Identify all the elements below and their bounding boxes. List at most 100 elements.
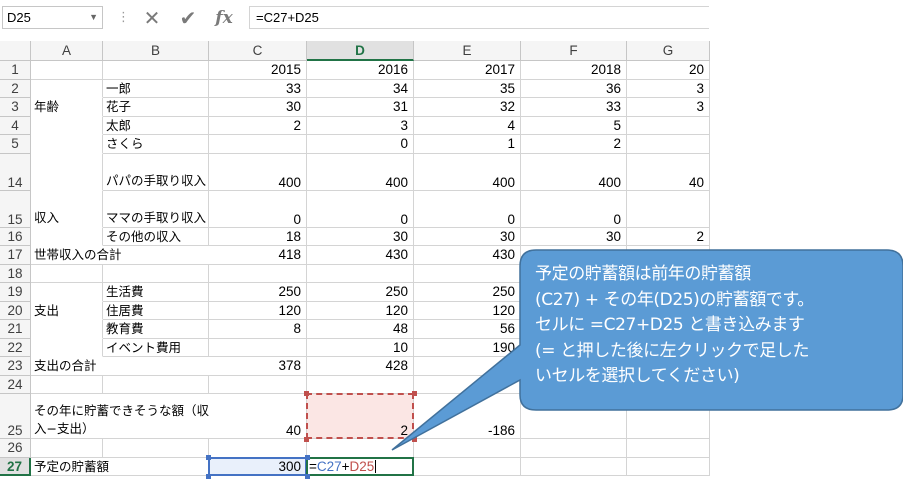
cell-a5[interactable] xyxy=(31,135,103,154)
row-header-23[interactable]: 23 xyxy=(0,357,31,376)
cell-d23[interactable]: 428 xyxy=(307,357,414,376)
cell-g1[interactable]: 20 xyxy=(627,61,710,80)
cell-b16[interactable]: その他の収入 xyxy=(103,227,209,246)
cell-c5[interactable] xyxy=(209,135,307,154)
cell-b20[interactable]: 住居費 xyxy=(103,301,209,320)
cell-g27[interactable] xyxy=(627,457,710,476)
cell-a16[interactable] xyxy=(31,227,103,246)
cell-a20[interactable]: 支出 xyxy=(31,301,103,320)
cell-a26[interactable] xyxy=(31,439,103,458)
cell-g15[interactable] xyxy=(627,190,710,228)
column-header-d[interactable]: D xyxy=(307,41,414,61)
cell-c15[interactable]: 0 xyxy=(209,190,307,228)
cell-a17[interactable]: 世帯収入の合計 xyxy=(31,246,209,265)
cell-b1[interactable] xyxy=(103,61,209,80)
cell-g5[interactable] xyxy=(627,135,710,154)
row-header-27[interactable]: 27 xyxy=(0,457,31,476)
cell-c25[interactable]: 40 xyxy=(209,394,307,439)
ref-handle-d25[interactable] xyxy=(412,437,417,442)
cell-a21[interactable] xyxy=(31,320,103,339)
row-header-24[interactable]: 24 xyxy=(0,375,31,394)
row-header-5[interactable]: 5 xyxy=(0,135,31,154)
cell-d20[interactable]: 120 xyxy=(307,301,414,320)
cell-g2[interactable]: 3 xyxy=(627,79,710,98)
cell-f4[interactable]: 5 xyxy=(521,116,627,135)
cell-g14[interactable]: 40 xyxy=(627,153,710,191)
cell-a23[interactable]: 支出の合計 xyxy=(31,357,209,376)
cell-d3[interactable]: 31 xyxy=(307,98,414,117)
cell-c23[interactable]: 378 xyxy=(209,357,307,376)
ref-handle-d25[interactable] xyxy=(412,391,417,396)
column-header-g[interactable]: G xyxy=(627,41,710,61)
cell-d1[interactable]: 2016 xyxy=(307,61,414,80)
cell-c20[interactable]: 120 xyxy=(209,301,307,320)
cell-a2[interactable] xyxy=(31,79,103,98)
row-header-22[interactable]: 22 xyxy=(0,338,31,357)
cell-f26[interactable] xyxy=(521,439,627,458)
column-header-b[interactable]: B xyxy=(103,41,209,61)
cell-d4[interactable]: 3 xyxy=(307,116,414,135)
column-header-e[interactable]: E xyxy=(414,41,521,61)
cell-e25[interactable]: -186 xyxy=(414,394,521,439)
cell-e24[interactable] xyxy=(414,375,521,394)
cell-c19[interactable]: 250 xyxy=(209,283,307,302)
cell-c18[interactable] xyxy=(209,264,307,283)
cell-f3[interactable]: 33 xyxy=(521,98,627,117)
row-header-25[interactable]: 25 xyxy=(0,394,31,439)
cell-f16[interactable]: 30 xyxy=(521,227,627,246)
cell-c3[interactable]: 30 xyxy=(209,98,307,117)
row-header-14[interactable]: 14 xyxy=(0,153,31,191)
row-header-26[interactable]: 26 xyxy=(0,439,31,458)
worksheet-grid[interactable]: A B C D E F G 1 2015 2016 2017 2018 20 2 一郎 33 34 35 36 3 3 年… xyxy=(0,0,903,479)
cell-g25[interactable] xyxy=(627,394,710,439)
cell-d27-editor[interactable]: =C27+D25 xyxy=(309,458,377,477)
cell-b5[interactable]: さくら xyxy=(103,135,209,154)
cell-c14[interactable]: 400 xyxy=(209,153,307,191)
cell-e27[interactable] xyxy=(414,457,521,476)
cell-b2[interactable]: 一郎 xyxy=(103,79,209,98)
cell-f2[interactable]: 36 xyxy=(521,79,627,98)
cell-a14[interactable] xyxy=(31,153,103,191)
cell-c24[interactable] xyxy=(209,375,307,394)
cell-d18[interactable] xyxy=(307,264,414,283)
cell-a24[interactable] xyxy=(31,375,103,394)
cell-e15[interactable]: 0 xyxy=(414,190,521,228)
cell-d24[interactable] xyxy=(307,375,414,394)
select-all-corner[interactable] xyxy=(0,41,31,61)
cell-a3[interactable]: 年齢 xyxy=(31,98,103,117)
cell-a25[interactable]: その年に貯蓄できそうな額（収入−支出） xyxy=(31,394,209,439)
row-header-16[interactable]: 16 xyxy=(0,227,31,246)
cell-e16[interactable]: 30 xyxy=(414,227,521,246)
row-header-21[interactable]: 21 xyxy=(0,320,31,339)
cell-a18[interactable] xyxy=(31,264,103,283)
cell-a22[interactable] xyxy=(31,338,103,357)
cell-c21[interactable]: 8 xyxy=(209,320,307,339)
cell-f14[interactable]: 400 xyxy=(521,153,627,191)
cell-b22[interactable]: イベント費用 xyxy=(103,338,209,357)
ref-handle-d25[interactable] xyxy=(304,437,309,442)
cell-f15[interactable]: 0 xyxy=(521,190,627,228)
cell-e20[interactable]: 120 xyxy=(414,301,521,320)
cell-e14[interactable]: 400 xyxy=(414,153,521,191)
row-header-3[interactable]: 3 xyxy=(0,98,31,117)
cell-c22[interactable] xyxy=(209,338,307,357)
cell-e19[interactable]: 250 xyxy=(414,283,521,302)
cell-d19[interactable]: 250 xyxy=(307,283,414,302)
cell-b21[interactable]: 教育費 xyxy=(103,320,209,339)
cell-c1[interactable]: 2015 xyxy=(209,61,307,80)
cell-f5[interactable]: 2 xyxy=(521,135,627,154)
cell-b15[interactable]: ママの手取り収入 xyxy=(103,190,209,228)
cell-g4[interactable] xyxy=(627,116,710,135)
cell-b3[interactable]: 花子 xyxy=(103,98,209,117)
cell-g26[interactable] xyxy=(627,439,710,458)
cell-d2[interactable]: 34 xyxy=(307,79,414,98)
cell-d22[interactable]: 10 xyxy=(307,338,414,357)
row-header-17[interactable]: 17 xyxy=(0,246,31,265)
cell-b24[interactable] xyxy=(103,375,209,394)
cell-a4[interactable] xyxy=(31,116,103,135)
cell-e18[interactable] xyxy=(414,264,521,283)
cell-d26[interactable] xyxy=(307,439,414,458)
cell-d16[interactable]: 30 xyxy=(307,227,414,246)
cell-e3[interactable]: 32 xyxy=(414,98,521,117)
cell-e22[interactable]: 190 xyxy=(414,338,521,357)
